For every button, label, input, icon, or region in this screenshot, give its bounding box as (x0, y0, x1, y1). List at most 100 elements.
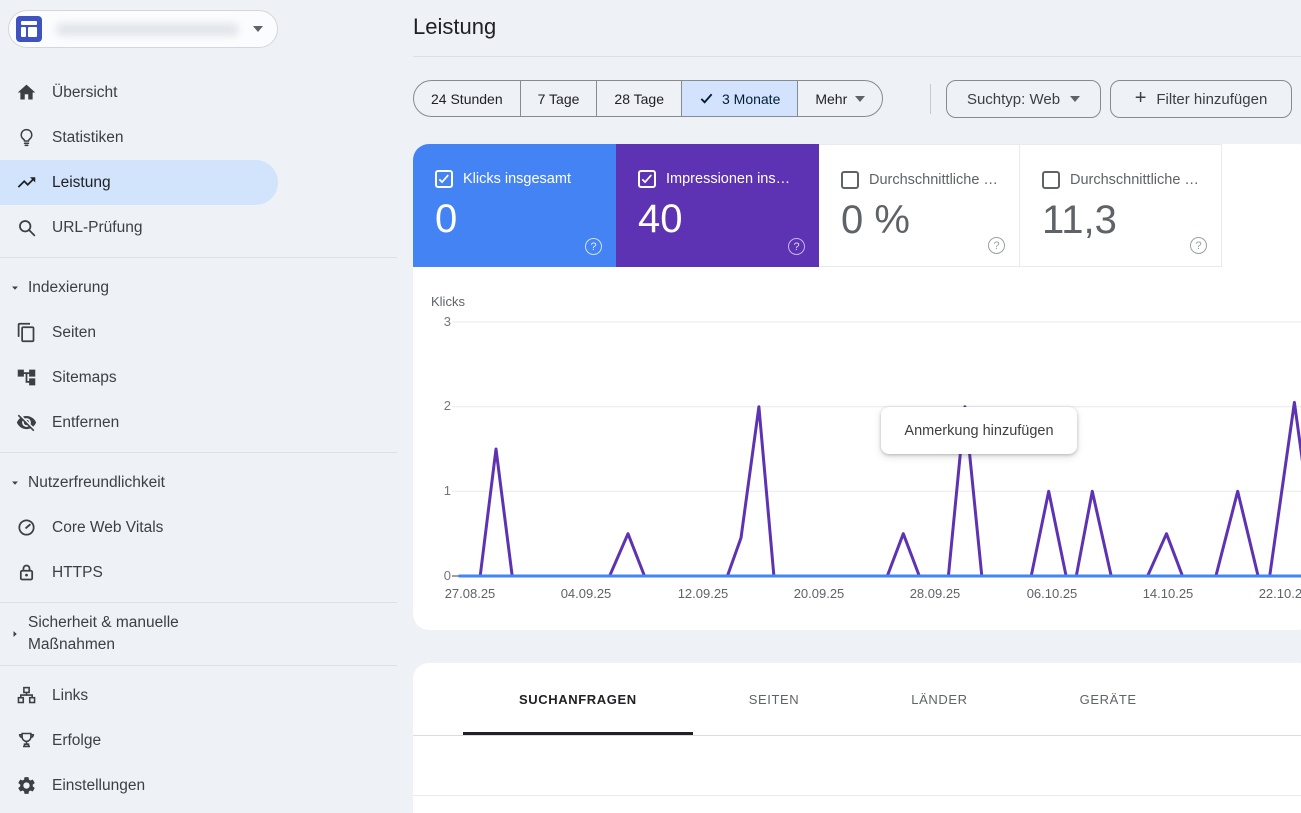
x-tick: 22.10.25 (1239, 586, 1301, 601)
chevron-down-icon (1070, 96, 1080, 102)
x-tick: 20.09.25 (774, 586, 864, 601)
sidebar-item-https[interactable]: HTTPS (0, 550, 397, 595)
search-type-dropdown[interactable]: Suchtyp: Web (946, 80, 1101, 118)
sidebar-divider (0, 257, 397, 258)
sidebar-item-label: Sitemaps (52, 369, 117, 387)
checkbox-checked-icon[interactable] (638, 170, 656, 188)
sidebar-item-seiten[interactable]: Seiten (0, 310, 397, 355)
y-tick: 3 (421, 314, 451, 329)
tab-label: 24 Stunden (431, 91, 503, 107)
sidebar-item-label: Entfernen (52, 414, 119, 432)
main-content: Leistung 24 Stunden 7 Tage 28 Tage 3 Mon… (397, 0, 1301, 813)
sidebar-section-sicherheit[interactable]: Sicherheit & manuelle Maßnahmen (0, 610, 397, 658)
metric-label: Impressionen ins… (666, 171, 790, 187)
tab-7-tage[interactable]: 7 Tage (520, 81, 597, 116)
sidebar-divider (0, 452, 397, 453)
search-console-property-icon (16, 16, 42, 42)
metric-value: 0 (435, 197, 616, 242)
sidebar-nav: Übersicht Statistiken Leistung URL-Prüfu… (0, 70, 397, 808)
y-axis-label: Klicks (431, 294, 465, 309)
chevron-right-icon (8, 627, 22, 641)
sitemap-icon (16, 367, 37, 388)
sidebar-item-einstellungen[interactable]: Einstellungen (0, 763, 397, 808)
tab-suchanfragen[interactable]: SUCHANFRAGEN (463, 663, 693, 735)
sidebar-item-erfolge[interactable]: Erfolge (0, 718, 397, 763)
tab-label: 3 Monate (722, 91, 780, 107)
tab-mehr[interactable]: Mehr (797, 81, 882, 116)
property-selector[interactable] (8, 10, 278, 48)
help-icon[interactable]: ? (788, 238, 805, 255)
tab-3-monate[interactable]: 3 Monate (681, 81, 797, 116)
chevron-down-icon (8, 281, 22, 295)
checkbox-unchecked-icon[interactable] (841, 171, 859, 189)
sidebar-item-label: Übersicht (52, 84, 117, 102)
sidebar-section-nutzerfreundlichkeit[interactable]: Nutzerfreundlichkeit (0, 460, 397, 505)
metric-card-klicks[interactable]: Klicks insgesamt 0 ? (413, 144, 616, 267)
add-filter-label: Filter hinzufügen (1156, 91, 1267, 108)
metric-card-ctr[interactable]: Durchschnittliche … 0 % ? (819, 144, 1020, 267)
checkbox-checked-icon[interactable] (435, 170, 453, 188)
tab-24-stunden[interactable]: 24 Stunden (414, 81, 520, 116)
tab-seiten[interactable]: SEITEN (693, 663, 856, 735)
tab-28-tage[interactable]: 28 Tage (596, 81, 681, 116)
date-range-segmented-control: 24 Stunden 7 Tage 28 Tage 3 Monate Mehr (413, 80, 883, 117)
active-tab-underline (463, 732, 693, 735)
y-tick: 1 (421, 483, 451, 498)
sidebar-item-uebersicht[interactable]: Übersicht (0, 70, 397, 115)
header-divider (413, 56, 1301, 57)
metric-value: 0 % (841, 198, 1019, 243)
sidebar-item-label: URL-Prüfung (52, 219, 142, 237)
chevron-down-icon (855, 96, 865, 102)
sidebar-section-indexierung[interactable]: Indexierung (0, 265, 397, 310)
dimensions-card: SUCHANFRAGEN SEITEN LÄNDER GERÄTE (413, 663, 1301, 813)
sidebar-item-label: HTTPS (52, 564, 103, 582)
x-tick: 12.09.25 (658, 586, 748, 601)
check-icon (699, 91, 714, 106)
page-title: Leistung (413, 14, 496, 40)
chevron-down-icon (8, 476, 22, 490)
sidebar-item-label: Core Web Vitals (52, 519, 163, 537)
help-icon[interactable]: ? (585, 238, 602, 255)
metric-value: 40 (638, 197, 819, 242)
tab-label: 28 Tage (614, 91, 664, 107)
trophy-icon (16, 730, 37, 751)
dimension-tabs: SUCHANFRAGEN SEITEN LÄNDER GERÄTE (413, 663, 1301, 736)
sidebar-item-leistung[interactable]: Leistung (0, 160, 278, 205)
metric-card-position[interactable]: Durchschnittliche … 11,3 ? (1020, 144, 1222, 267)
x-tick: 28.09.25 (890, 586, 980, 601)
add-annotation-tooltip[interactable]: Anmerkung hinzufügen (881, 407, 1077, 454)
y-tick: 2 (421, 398, 451, 413)
x-tick: 14.10.25 (1123, 586, 1213, 601)
tab-geraete[interactable]: GERÄTE (1024, 663, 1193, 735)
tab-laender[interactable]: LÄNDER (855, 663, 1023, 735)
sidebar-item-entfernen[interactable]: Entfernen (0, 400, 397, 445)
home-icon (16, 82, 37, 103)
links-icon (16, 685, 37, 706)
sidebar-item-sitemaps[interactable]: Sitemaps (0, 355, 397, 400)
x-tick: 27.08.25 (425, 586, 515, 601)
sidebar-item-label: Links (52, 687, 88, 705)
metric-cards: Klicks insgesamt 0 ? Impressionen ins… 4… (413, 144, 1301, 267)
sidebar-item-label: Leistung (52, 174, 111, 192)
sidebar-item-core-web-vitals[interactable]: Core Web Vitals (0, 505, 397, 550)
pages-icon (16, 322, 37, 343)
tab-label: Mehr (815, 91, 847, 107)
sidebar: Übersicht Statistiken Leistung URL-Prüfu… (0, 0, 397, 813)
add-filter-button[interactable]: + Filter hinzufügen (1110, 80, 1292, 118)
trending-up-icon (16, 172, 37, 193)
sidebar-item-statistiken[interactable]: Statistiken (0, 115, 397, 160)
checkbox-unchecked-icon[interactable] (1042, 171, 1060, 189)
performance-chart[interactable]: Klicks 3 2 1 0 27.08.25 04.09.25 12.09.2… (413, 290, 1301, 612)
toolbar-divider (930, 84, 931, 114)
help-icon[interactable]: ? (1190, 237, 1207, 254)
x-tick: 06.10.25 (1007, 586, 1097, 601)
tab-label: 7 Tage (538, 91, 580, 107)
sidebar-divider (0, 602, 397, 603)
sidebar-item-links[interactable]: Links (0, 673, 397, 718)
help-icon[interactable]: ? (988, 237, 1005, 254)
metric-card-impressionen[interactable]: Impressionen ins… 40 ? (616, 144, 819, 267)
plus-icon: + (1135, 88, 1147, 108)
metric-label: Durchschnittliche … (1070, 172, 1199, 188)
search-type-label: Suchtyp: Web (967, 91, 1060, 108)
sidebar-item-url-pruefung[interactable]: URL-Prüfung (0, 205, 397, 250)
